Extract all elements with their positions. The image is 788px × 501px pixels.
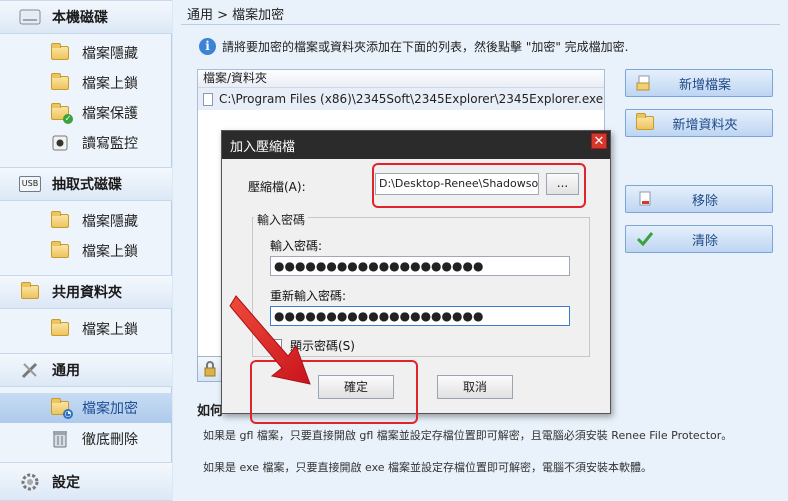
sidebar: 本機磁碟 檔案隱藏 檔案上鎖 ✓ 檔案保護 讀寫監控 USB 抽取式磁碟 檔案隱… (0, 0, 172, 501)
clear-button[interactable]: 清除 (625, 225, 773, 253)
sidebar-item-label: 徹底刪除 (82, 432, 138, 448)
sidebar-item-label: 檔案加密 (82, 401, 138, 417)
sidebar-item-protect[interactable]: ✓ 檔案保護 (0, 98, 172, 128)
lock-folder-icon (50, 241, 70, 261)
section-settings[interactable]: 設定 (0, 462, 172, 501)
divider (181, 24, 780, 25)
list-item[interactable]: C:\Program Files (x86)\2345Soft\2345Expl… (198, 88, 604, 110)
annotation-box-archive (372, 163, 586, 208)
tools-icon (18, 359, 42, 381)
gear-icon (18, 471, 42, 493)
section-shared-folder[interactable]: 共用資料夾 (0, 275, 172, 309)
sidebar-item-lock[interactable]: 檔案上鎖 (0, 68, 172, 98)
trash-icon (50, 429, 70, 449)
file-icon (203, 92, 213, 106)
lock-icon (204, 361, 216, 377)
add-folder-button[interactable]: 新增資料夾 (625, 109, 773, 137)
section-label: 設定 (52, 474, 80, 491)
archive-label: 壓縮檔(A): (248, 180, 306, 194)
remove-icon (634, 190, 656, 208)
protect-folder-icon: ✓ (50, 103, 73, 124)
annotation-arrow-icon (229, 295, 311, 385)
close-button[interactable]: ✕ (591, 133, 607, 149)
remove-button[interactable]: 移除 (625, 185, 773, 213)
file-path: C:\Program Files (x86)\2345Soft\2345Expl… (219, 92, 604, 106)
sidebar-item-label: 檔案隱藏 (82, 46, 138, 62)
section-local-disk[interactable]: 本機磁碟 (0, 0, 172, 34)
section-label: 共用資料夾 (52, 285, 122, 301)
add-folder-icon (634, 113, 656, 132)
checkmark-icon (634, 230, 656, 248)
info-icon: i (199, 38, 216, 55)
sidebar-item-usb-lock[interactable]: 檔案上鎖 (0, 236, 172, 266)
breadcrumb: 通用 > 檔案加密 (187, 8, 285, 23)
dialog-title: 加入壓縮檔 (230, 139, 296, 155)
section-general[interactable]: 通用 (0, 353, 172, 387)
info-text: 請將要加密的檔案或資料夾添加在下面的列表，然後點擊 "加密" 完成檔加密. (222, 40, 629, 54)
sidebar-item-label: 檔案隱藏 (82, 214, 138, 230)
password-label: 輸入密碼: (270, 239, 323, 253)
sidebar-item-hide[interactable]: 檔案隱藏 (0, 38, 172, 68)
section-removable-disk[interactable]: USB 抽取式磁碟 (0, 167, 172, 201)
hide-folder-icon (50, 211, 70, 231)
encrypt-folder-icon: ◔ (50, 398, 73, 419)
lock-folder-icon (50, 73, 70, 93)
sidebar-item-encrypt[interactable]: ◔ 檔案加密 (0, 393, 172, 423)
sidebar-item-label: 檔案上鎖 (82, 244, 138, 260)
usb-icon: USB (18, 173, 42, 195)
password-group-title: 輸入密碼 (254, 211, 309, 228)
section-label: 通用 (52, 363, 80, 379)
sidebar-item-label: 檔案上鎖 (82, 76, 138, 92)
list-header: 檔案/資料夾 (198, 70, 604, 88)
shared-folder-icon (18, 281, 42, 303)
hide-folder-icon (50, 43, 70, 63)
add-file-icon (634, 74, 656, 92)
dialog-titlebar: 加入壓縮檔 (222, 131, 610, 159)
monitor-icon (50, 133, 70, 153)
sidebar-item-shared-lock[interactable]: 檔案上鎖 (0, 314, 172, 344)
section-label: 抽取式磁碟 (52, 177, 122, 193)
encrypt-lock-button[interactable] (197, 356, 223, 382)
add-file-button[interactable]: 新增檔案 (625, 69, 773, 97)
sidebar-item-label: 檔案上鎖 (82, 322, 138, 338)
howto-line: 如果是 exe 檔案，只要直接開啟 exe 檔案並設定存檔位置即可解密，電腦不須… (203, 461, 653, 474)
howto-line: 如果是 gfl 檔案，只要直接開啟 gfl 檔案並設定存檔位置即可解密，且電腦必… (203, 429, 733, 442)
sidebar-item-shred[interactable]: 徹底刪除 (0, 424, 172, 454)
howto-title: 如何 (197, 404, 224, 419)
password-input[interactable]: ●●●●●●●●●●●●●●●●●●●● (270, 256, 570, 276)
info-row: i 請將要加密的檔案或資料夾添加在下面的列表，然後點擊 "加密" 完成檔加密. (199, 38, 629, 55)
sidebar-item-usb-hide[interactable]: 檔案隱藏 (0, 206, 172, 236)
lock-folder-icon (50, 319, 70, 339)
section-label: 本機磁碟 (52, 10, 108, 26)
sidebar-item-label: 讀寫監控 (82, 136, 138, 152)
sidebar-item-label: 檔案保護 (82, 106, 138, 122)
sidebar-item-monitor[interactable]: 讀寫監控 (0, 128, 172, 158)
cancel-button[interactable]: 取消 (437, 375, 513, 399)
disk-icon (18, 6, 42, 28)
